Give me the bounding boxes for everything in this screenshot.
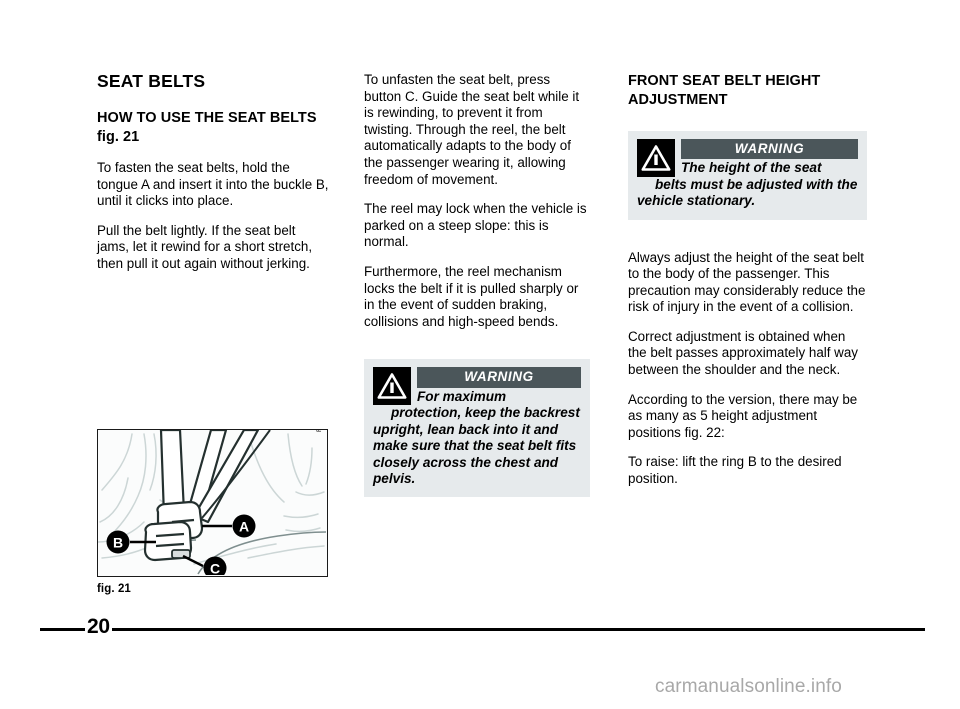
figure-code-label: F0X0022m	[316, 430, 323, 432]
page-title: SEAT BELTS	[97, 71, 206, 91]
middle-paragraph-1: To unfasten the seat belt, press button …	[364, 72, 580, 187]
page-footer: 20	[0, 614, 960, 644]
warning-triangle-icon	[637, 138, 675, 177]
warning-triangle-icon	[373, 367, 411, 406]
warning-banner-label: WARNING	[681, 138, 858, 160]
warning-text-body: belts must be adjusted with the vehicle …	[637, 176, 858, 209]
warning-header: WARNING The height of the seat	[637, 138, 858, 177]
left-paragraph-2: Pull the belt lightly. If the seat belt …	[97, 222, 313, 271]
warning-text-body: protection, keep the backrest upright, l…	[373, 405, 580, 486]
warning-header: WARNING For maximum	[373, 367, 581, 406]
column-left: SEAT BELTS HOW TO USE THE SEAT BELTS fig…	[97, 71, 329, 286]
warning-text-first-line: The height of the seat	[681, 160, 822, 176]
warning-text-first-line: For maximum	[417, 388, 507, 404]
figure-caption: fig. 21	[97, 583, 131, 595]
column-middle: To unfasten the seat belt, press button …	[364, 72, 590, 511]
middle-paragraph-2: The reel may lock when the vehicle is pa…	[364, 201, 587, 250]
site-watermark: carmanualsonline.info	[655, 676, 842, 697]
svg-text:A: A	[239, 519, 249, 535]
right-paragraph-4: To raise: lift the ring B to the desired…	[628, 454, 842, 487]
column-right: FRONT SEAT BELT HEIGHT ADJUSTMENT WARNIN…	[628, 72, 867, 501]
svg-text:C: C	[210, 561, 220, 576]
footer-rule-right	[112, 628, 925, 631]
footer-rule-left	[40, 628, 85, 631]
left-paragraph-1: To fasten the seat belts, hold the tongu…	[97, 159, 329, 209]
svg-text:B: B	[113, 535, 123, 551]
right-paragraph-1: Always adjust the height of the seat bel…	[628, 249, 866, 315]
figure-21: A B C F0X0022m fig. 21	[97, 429, 330, 595]
right-subsection-heading: FRONT SEAT BELT HEIGHT ADJUSTMENT	[628, 73, 821, 108]
right-paragraph-3: According to the version, there may be a…	[628, 391, 858, 440]
left-subsection-heading: HOW TO USE THE SEAT BELTS fig. 21	[97, 110, 317, 146]
middle-paragraph-3: Furthermore, the reel mechanism locks th…	[364, 263, 579, 329]
warning-box-maximum-protection: WARNING For maximum protection, keep the…	[364, 359, 590, 498]
manual-page: SEAT BELTS HOW TO USE THE SEAT BELTS fig…	[0, 0, 960, 709]
page-number: 20	[87, 615, 110, 638]
warning-header-right: WARNING The height of the seat	[681, 138, 858, 177]
figure-21-image: A B C F0X0022m	[97, 429, 328, 577]
right-paragraph-2: Correct adjustment is obtained when the …	[628, 328, 858, 378]
warning-banner-label: WARNING	[417, 367, 581, 388]
warning-box-height-adjustment: WARNING The height of the seat belts mus…	[628, 130, 867, 220]
warning-header-right: WARNING For maximum	[417, 367, 581, 405]
